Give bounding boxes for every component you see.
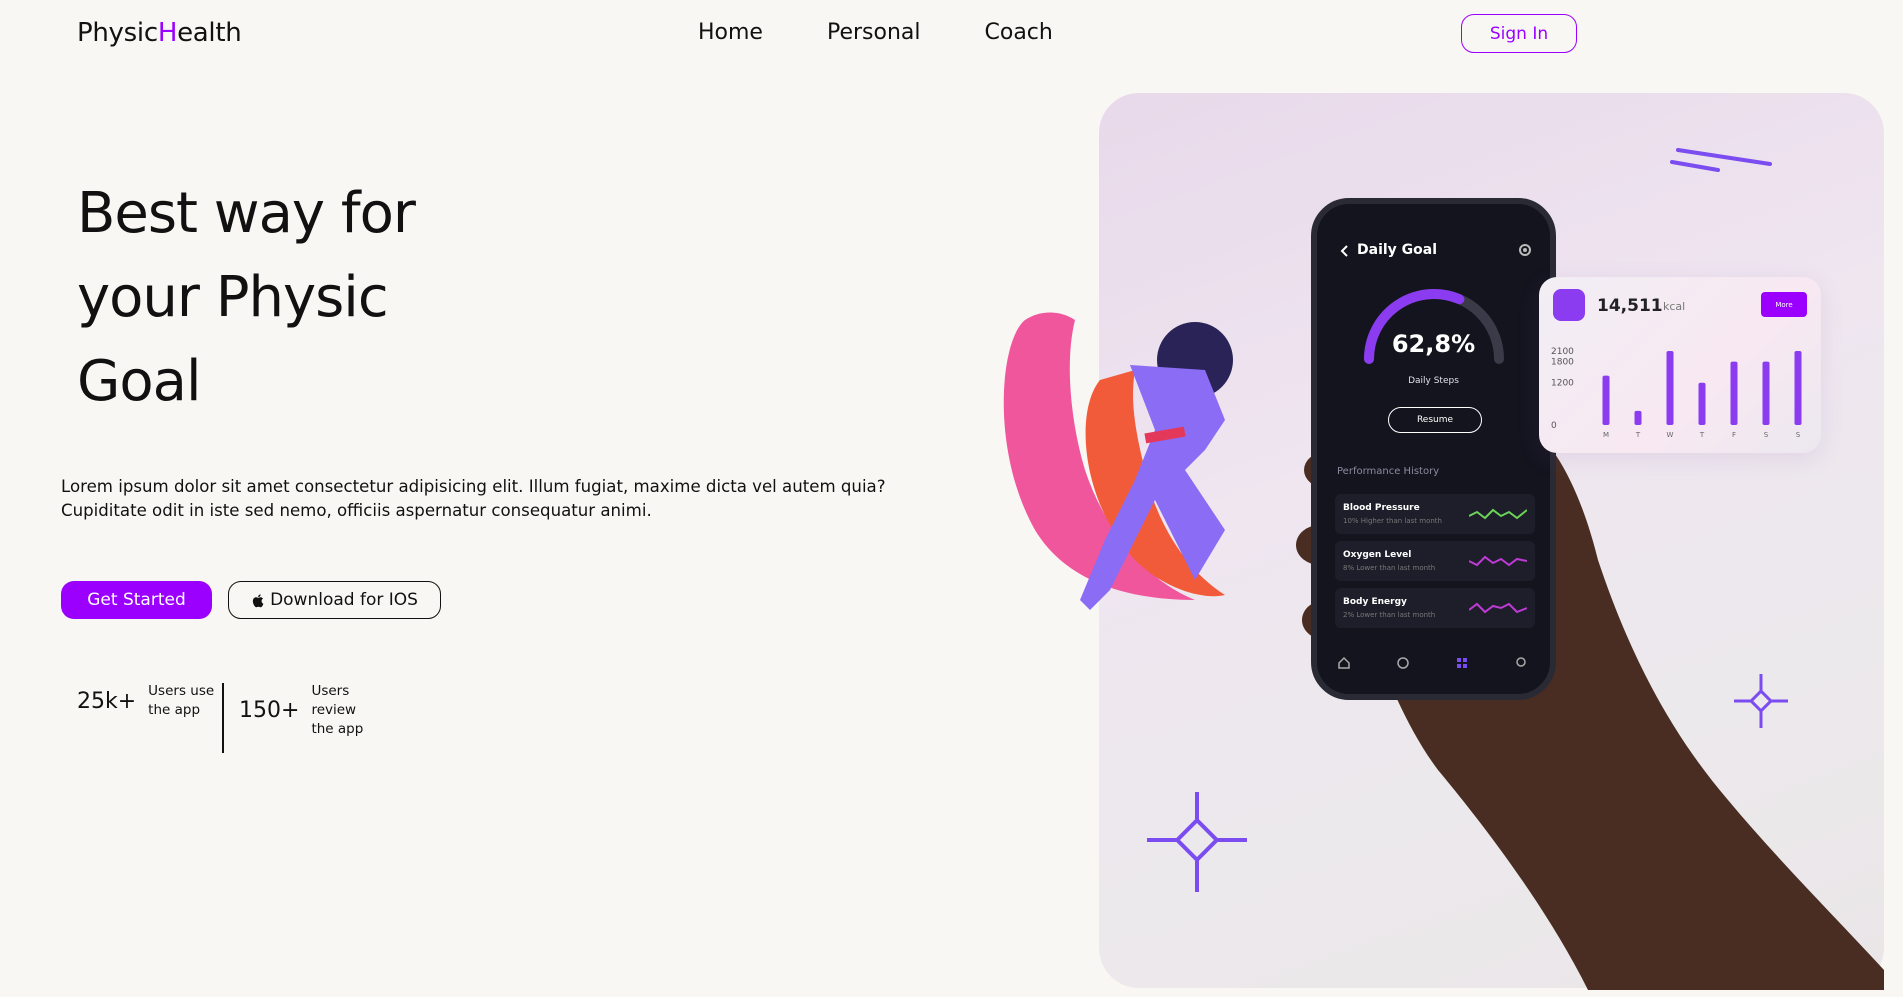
hero-title: Best way for your Physic Goal <box>77 172 597 424</box>
gauge-label: Daily Steps <box>1408 376 1459 386</box>
performance-row-sub: 10% Higher than last month <box>1343 517 1442 525</box>
chart-bar <box>1634 410 1642 425</box>
y-tick-label: 0 <box>1551 421 1557 431</box>
nav-item-home[interactable]: Home <box>698 20 763 45</box>
hero-description: Lorem ipsum dolor sit amet consectetur a… <box>61 477 886 520</box>
kcal-unit: kcal <box>1663 300 1686 313</box>
logo-text-accent: H <box>157 18 178 48</box>
sparkline <box>1469 508 1527 520</box>
performance-row[interactable]: Body Energy 2% Lower than last month <box>1335 588 1535 628</box>
x-tick-label: T <box>1699 431 1705 439</box>
stats-divider <box>222 683 224 753</box>
stat-label: Users use the app <box>148 683 215 718</box>
sparkle-icon <box>1147 792 1247 892</box>
main-nav: Home Personal Coach <box>698 20 1053 45</box>
hero-title-line-1: Best way for <box>77 181 416 246</box>
sparkline <box>1469 602 1527 614</box>
phone-mockup: Daily Goal 62,8% Daily Steps Resume Perf… <box>1311 198 1556 700</box>
download-ios-label: Download for IOS <box>270 590 418 610</box>
x-tick-label: F <box>1732 431 1736 439</box>
gauge-value: 62,8% <box>1391 330 1476 358</box>
grid-tab-icon[interactable] <box>1455 656 1469 670</box>
stat-label: Users review the app <box>311 683 364 737</box>
kcal-bar-chart: 21001800 1200 0 M T W T F S S <box>1551 347 1802 439</box>
logo-text-start: Physic <box>77 18 158 48</box>
hero-title-line-3: Goal <box>77 349 202 414</box>
get-started-button[interactable]: Get Started <box>61 581 212 619</box>
chart-bar <box>1794 351 1802 425</box>
phone-title: Daily Goal <box>1357 242 1438 258</box>
settings-icon[interactable] <box>1517 242 1533 258</box>
x-tick-label: S <box>1764 431 1769 439</box>
kcal-value: 14,511 <box>1597 296 1663 316</box>
brand-logo[interactable]: PhysicHealth <box>77 18 242 48</box>
chat-tab-icon[interactable] <box>1396 656 1410 670</box>
y-tick-label: 2100 <box>1551 347 1574 357</box>
performance-row-sub: 8% Lower than last month <box>1343 564 1436 572</box>
performance-row[interactable]: Blood Pressure 10% Higher than last mont… <box>1335 494 1535 534</box>
logo-text-end: ealth <box>177 18 242 48</box>
x-tick-label: M <box>1603 431 1609 439</box>
runner-illustration <box>1003 312 1233 610</box>
home-tab-icon[interactable] <box>1337 656 1351 670</box>
x-tick-label: T <box>1635 431 1641 439</box>
stat-value: 25k+ <box>77 688 137 714</box>
location-tab-icon[interactable] <box>1514 656 1528 670</box>
chart-bar <box>1730 361 1738 425</box>
stat-users-review: 150+ Users review the app <box>239 682 381 739</box>
performance-row-name: Oxygen Level <box>1343 550 1412 560</box>
water-drop-icon <box>1553 289 1585 321</box>
performance-row-name: Blood Pressure <box>1343 503 1420 513</box>
stat-value: 150+ <box>239 698 300 723</box>
chart-bar <box>1762 361 1770 425</box>
resume-button[interactable]: Resume <box>1388 407 1482 433</box>
sign-in-button[interactable]: Sign In <box>1461 14 1577 53</box>
sparkline <box>1469 555 1527 567</box>
hero-title-line-2: your Physic <box>77 265 389 330</box>
y-tick-label: 1800 <box>1551 358 1574 368</box>
chart-bar <box>1698 382 1706 425</box>
back-arrow-icon <box>1340 245 1348 257</box>
performance-row-name: Body Energy <box>1343 597 1407 607</box>
y-tick-label: 1200 <box>1551 379 1574 389</box>
nav-item-personal[interactable]: Personal <box>827 20 921 45</box>
chart-bar <box>1666 351 1674 425</box>
apple-icon <box>252 593 264 607</box>
kcal-card: 14,511 kcal More 2100 1800 1200 0 M T W T F S S <box>1539 277 1821 453</box>
more-button[interactable]: More <box>1761 292 1807 317</box>
x-tick-label: S <box>1796 431 1801 439</box>
performance-row-sub: 2% Lower than last month <box>1343 611 1436 619</box>
x-tick-label: W <box>1667 431 1674 439</box>
chart-bar <box>1602 375 1610 425</box>
stat-users-use: 25k+ Users use the app <box>77 682 218 720</box>
decor-lines <box>1670 148 1772 172</box>
performance-row[interactable]: Oxygen Level 8% Lower than last month <box>1335 541 1535 581</box>
performance-title: Performance History <box>1337 466 1440 477</box>
nav-item-coach[interactable]: Coach <box>985 20 1053 45</box>
download-ios-button[interactable]: Download for IOS <box>228 581 441 619</box>
